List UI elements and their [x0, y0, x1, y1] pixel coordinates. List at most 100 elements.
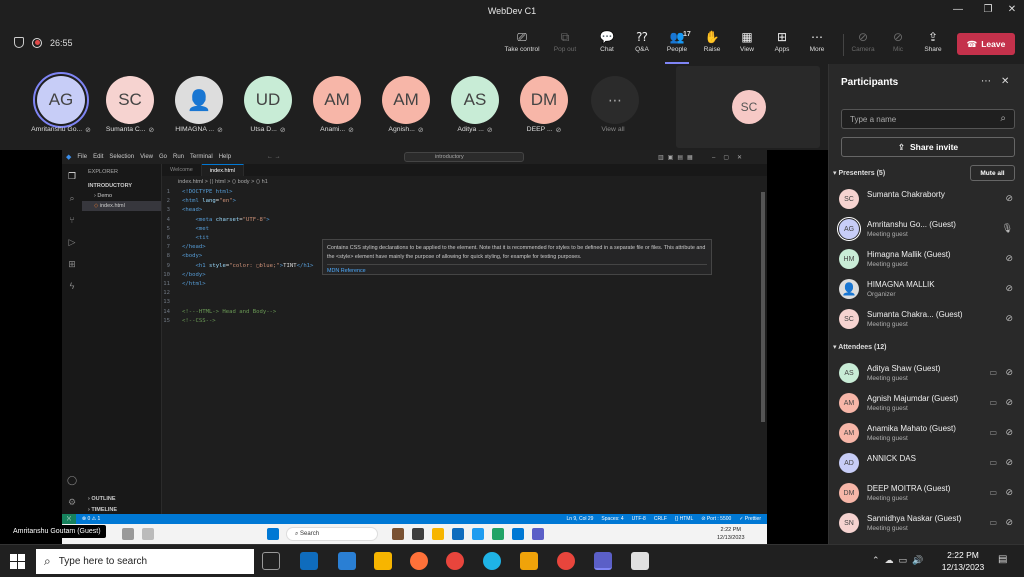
- participant-avatar[interactable]: UD: [244, 76, 292, 124]
- status-item[interactable]: Spaces: 4: [601, 516, 623, 522]
- attendees-header[interactable]: ▾ Attendees (12): [833, 343, 886, 351]
- outline-section[interactable]: › OUTLINE: [82, 494, 122, 504]
- participant-avatar[interactable]: SC: [106, 76, 154, 124]
- windows-start-icon[interactable]: [10, 554, 25, 569]
- breadcrumb[interactable]: index.html > ⟨⟩ html > ⟨⟩ body > ⟨⟩ h1: [162, 176, 767, 188]
- share-invite-button[interactable]: ⇪ Share invite: [841, 137, 1015, 157]
- problems-indicator[interactable]: ⊗ 0 ⚠ 1: [76, 516, 100, 522]
- file-explorer-icon[interactable]: [374, 552, 392, 570]
- menu-file[interactable]: File: [77, 154, 87, 160]
- search-icon[interactable]: ⌕: [66, 192, 78, 204]
- layout-icons[interactable]: ▥▣▤▦: [658, 154, 697, 161]
- raise-button[interactable]: ✋ Raise: [692, 28, 732, 62]
- mdn-reference-link[interactable]: MDN Reference: [327, 264, 707, 276]
- taskbar-clock[interactable]: 2:22 PM 12/13/2023: [938, 549, 988, 573]
- mute-all-button[interactable]: Mute all: [970, 165, 1015, 181]
- vscode-window-controls[interactable]: –▢✕: [712, 154, 750, 161]
- take-control-button[interactable]: ⎚ Take control: [502, 28, 542, 62]
- account-icon[interactable]: ◯: [66, 474, 78, 486]
- inner-windows-start-icon[interactable]: [267, 528, 279, 540]
- participant-avatar[interactable]: DM: [520, 76, 568, 124]
- maximize-icon[interactable]: ❐: [978, 4, 998, 15]
- panel-close-icon[interactable]: ✕: [1001, 76, 1009, 87]
- source-control-icon[interactable]: ⑂: [66, 214, 78, 226]
- store-icon[interactable]: [338, 552, 356, 570]
- participant-row[interactable]: SN Sannidhya Naskar (Guest) Meeting guest ▭…: [839, 510, 1019, 536]
- edge-icon[interactable]: [483, 552, 501, 570]
- status-item[interactable]: CRLF: [654, 516, 667, 522]
- participant-avatar[interactable]: 👤: [175, 76, 223, 124]
- status-item[interactable]: {} HTML: [675, 516, 693, 522]
- menu-view[interactable]: View: [140, 154, 153, 160]
- tab-index-html[interactable]: index.html: [201, 164, 244, 176]
- sublime-icon[interactable]: [520, 552, 538, 570]
- inner-search-box[interactable]: ⌕ Search: [286, 527, 378, 541]
- remote-icon[interactable]: ϟ: [66, 280, 78, 292]
- participant-row[interactable]: AM Agnish Majumdar (Guest) Meeting guest ▭ ⊘: [839, 390, 1019, 416]
- participant-row[interactable]: HM Himagna Mallik (Guest) Meeting guest ⊘: [839, 246, 1019, 272]
- view-all-icon[interactable]: ⋯: [591, 76, 639, 124]
- participant-row[interactable]: SC Sumanta Chakra... (Guest) Meeting guest…: [839, 306, 1019, 332]
- participant-row[interactable]: AM Anamika Mahato (Guest) Meeting guest ▭ ⊘: [839, 420, 1019, 446]
- participant-row[interactable]: AS Aditya Shaw (Guest) Meeting guest ▭ ⊘: [839, 360, 1019, 386]
- run-debug-icon[interactable]: ▷: [66, 236, 78, 248]
- participant-avatar[interactable]: AS: [451, 76, 499, 124]
- menu-edit[interactable]: Edit: [93, 154, 103, 160]
- presenters-header[interactable]: ▾ Presenters (5): [833, 169, 885, 177]
- share-button[interactable]: ⇪ Share: [913, 28, 953, 62]
- chat-button[interactable]: 💬 Chat: [587, 28, 627, 62]
- nav-arrows-icon[interactable]: ← →: [267, 154, 281, 160]
- chrome-icon[interactable]: [446, 552, 464, 570]
- taskbar-search-box[interactable]: ⌕ Type here to search: [36, 549, 254, 574]
- view-all-label[interactable]: View all: [574, 126, 652, 133]
- q-a-button[interactable]: ⁇ Q&A: [622, 28, 662, 62]
- system-tray-icons[interactable]: ⌃☁▭🔊: [872, 555, 928, 566]
- participant-avatar[interactable]: AM: [313, 76, 361, 124]
- menu-run[interactable]: Run: [173, 154, 184, 160]
- app-icon[interactable]: [631, 552, 649, 570]
- teams-icon[interactable]: [594, 552, 612, 570]
- inner-task-button[interactable]: [122, 528, 134, 540]
- menu-selection[interactable]: Selection: [109, 154, 134, 160]
- inner-app-icon[interactable]: [392, 528, 404, 540]
- inner-edge-icon[interactable]: [452, 528, 464, 540]
- explorer-file[interactable]: ◇ index.html: [82, 201, 161, 211]
- participant-avatar[interactable]: AM: [382, 76, 430, 124]
- menu-terminal[interactable]: Terminal: [190, 154, 213, 160]
- menu-help[interactable]: Help: [219, 154, 231, 160]
- inner-teams-icon[interactable]: [532, 528, 544, 540]
- panel-more-icon[interactable]: ⋯: [981, 76, 991, 87]
- participant-avatar[interactable]: AG: [33, 72, 89, 128]
- close-icon[interactable]: ✕: [1002, 4, 1022, 15]
- tab-welcome[interactable]: Welcome: [162, 164, 202, 176]
- explorer-root[interactable]: INTRODUCTORY: [82, 181, 161, 191]
- inner-folder-icon[interactable]: [432, 528, 444, 540]
- camera-button[interactable]: ⊘ Camera: [843, 28, 883, 62]
- apps-button[interactable]: ⊞ Apps: [762, 28, 802, 62]
- chrome-icon[interactable]: [557, 552, 575, 570]
- video-tile[interactable]: SC: [676, 66, 820, 148]
- participant-row[interactable]: DM DEEP MOITRA (Guest) Meeting guest ▭ ⊘: [839, 480, 1019, 506]
- inner-vscode-icon[interactable]: [512, 528, 524, 540]
- participant-row[interactable]: 👤 HIMAGNA MALLIK Organizer ⊘: [839, 276, 1019, 302]
- status-item[interactable]: ⊘ Port : 5500: [701, 516, 731, 522]
- view-button[interactable]: ▦ View: [727, 28, 767, 62]
- leave-button[interactable]: ☎ Leave: [957, 33, 1015, 55]
- command-search[interactable]: introductory: [404, 152, 524, 162]
- explorer-icon[interactable]: ❐: [66, 170, 78, 182]
- mail-icon[interactable]: [300, 552, 318, 570]
- minimize-icon[interactable]: —: [948, 4, 968, 15]
- menu-go[interactable]: Go: [159, 154, 167, 160]
- inner-app-icon[interactable]: [492, 528, 504, 540]
- mic-button[interactable]: ⊘ Mic: [878, 28, 918, 62]
- remote-indicator-icon[interactable]: ⟩⟨: [62, 514, 76, 524]
- participant-row[interactable]: AG Amritanshu Go... (Guest) Meeting guest 🎙: [837, 216, 1019, 242]
- participant-row[interactable]: AD ANNICK DAS ▭ ⊘: [839, 450, 1019, 476]
- status-item[interactable]: ✓ Prettier: [739, 516, 761, 522]
- firefox-icon[interactable]: [410, 552, 428, 570]
- participant-search-input[interactable]: Type a name ⌕: [841, 109, 1015, 129]
- people-button[interactable]: 👥 17 People: [657, 28, 697, 64]
- inner-task-button[interactable]: [142, 528, 154, 540]
- task-view-icon[interactable]: [262, 552, 280, 570]
- status-item[interactable]: Ln 9, Col 29: [566, 516, 593, 522]
